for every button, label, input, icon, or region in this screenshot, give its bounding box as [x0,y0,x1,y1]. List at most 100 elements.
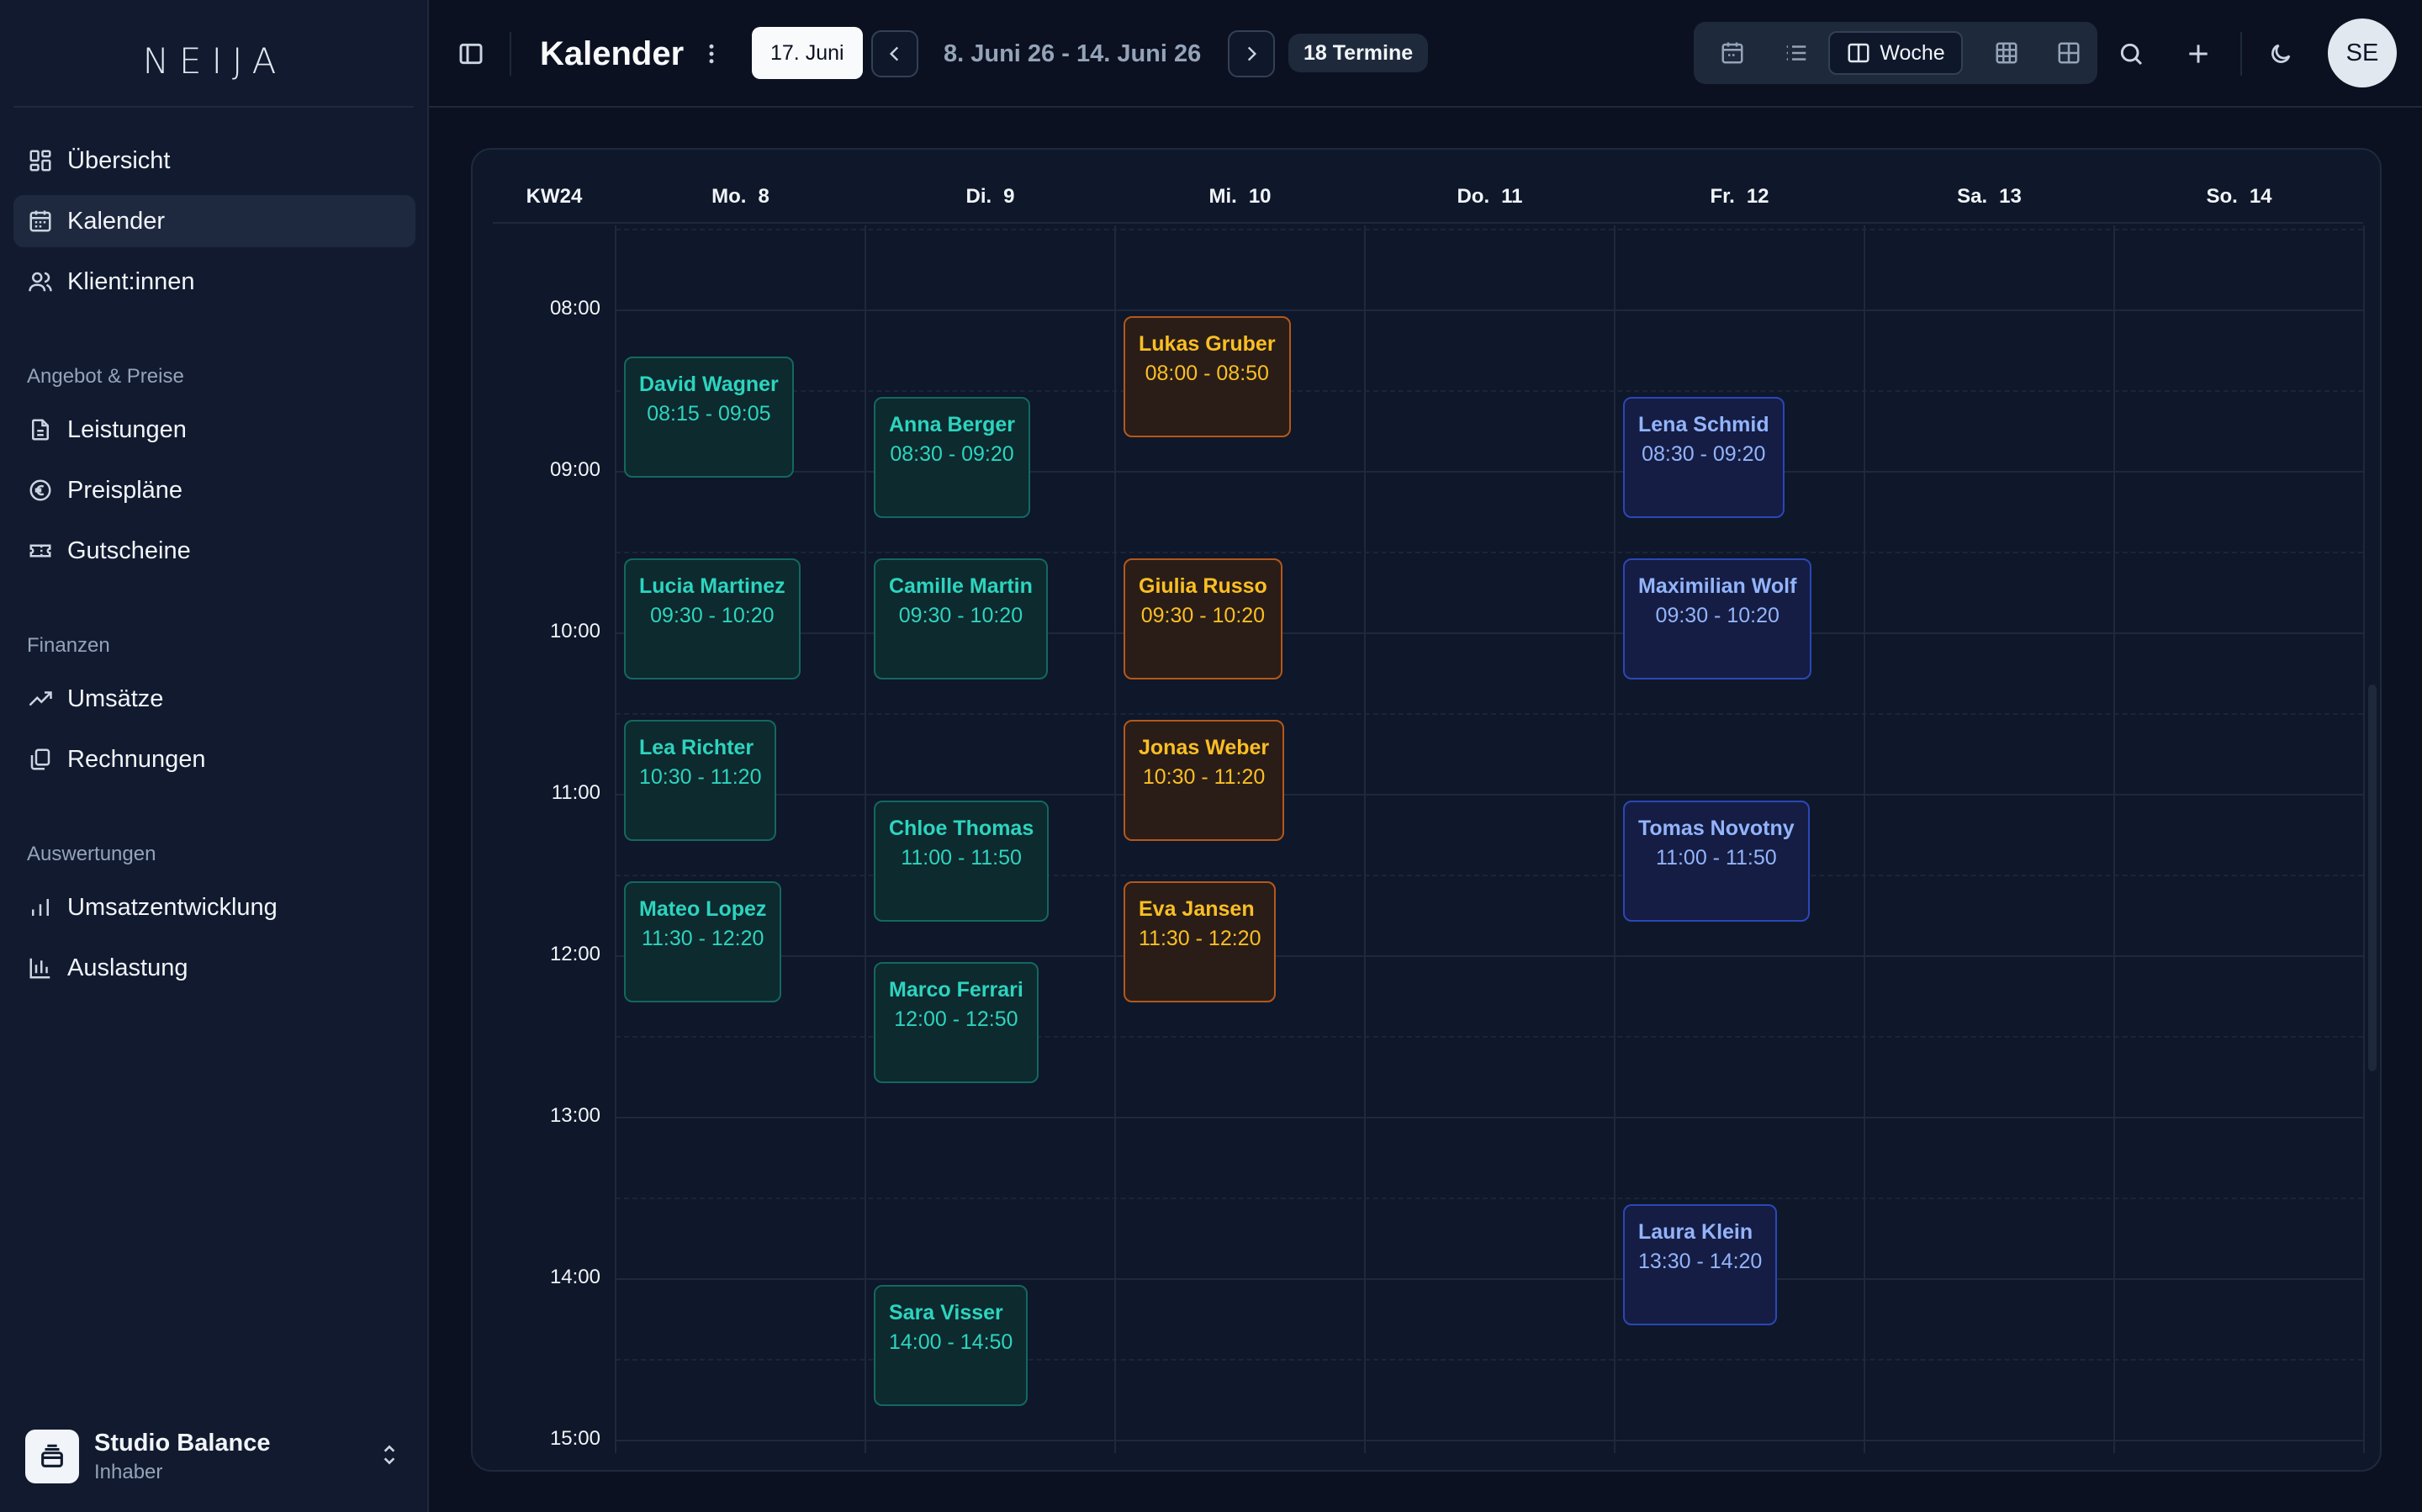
appointment-client: Marco Ferrari [889,978,1023,1002]
page-title: Kalender [540,34,685,72]
section-title-finanzen: Finanzen [27,634,110,657]
sidebar-item-umsaetze[interactable]: Umsätze [13,673,415,725]
previous-week-button[interactable] [871,30,918,77]
appointment-time: 10:30 - 11:20 [1142,765,1266,789]
appointment-card[interactable]: Eva Jansen 11:30 - 12:20 [1124,881,1277,1002]
view-week-button[interactable]: Woche [1828,31,1963,75]
appointment-client: Lucia Martinez [639,574,785,598]
appointment-card[interactable]: Tomas Novotny 11:00 - 11:50 [1623,801,1810,922]
sidebar-item-preisplaene[interactable]: Preispläne [13,464,415,516]
hour-line [616,794,2363,796]
appointment-card[interactable]: Chloe Thomas 11:00 - 11:50 [874,801,1050,922]
appointment-time: 12:00 - 12:50 [894,1007,1018,1031]
chevron-up-down-icon [378,1442,400,1472]
appointment-card[interactable]: Lukas Gruber 08:00 - 08:50 [1124,316,1291,437]
chevron-right-icon [1247,46,1257,61]
appointment-card[interactable]: Maximilian Wolf 09:30 - 10:20 [1623,558,1812,679]
day-header[interactable]: Mi. 10 [1115,170,1365,224]
appointment-card[interactable]: Lucia Martinez 09:30 - 10:20 [624,558,801,679]
appointment-card[interactable]: Lena Schmid 08:30 - 09:20 [1623,397,1785,518]
divider [2240,32,2242,76]
utilization-chart-icon [27,954,54,981]
sidebar-item-umsatzentwicklung[interactable]: Umsatzentwicklung [13,881,415,933]
appointment-card[interactable]: Laura Klein 13:30 - 14:20 [1623,1204,1778,1325]
ticket-icon [27,537,54,564]
today-button[interactable]: 17. Juni [752,27,863,79]
app-logo[interactable]: NEIJA [0,40,429,82]
sidebar-item-gutscheine[interactable]: Gutscheine [13,525,415,577]
view-day-button[interactable] [1711,31,1754,75]
section-title-auswertungen: Auswertungen [27,843,156,865]
studio-icon [25,1430,79,1483]
appointment-time: 09:30 - 10:20 [1140,604,1266,627]
toggle-sidebar-button[interactable] [447,30,494,77]
time-label: 14:00 [549,1266,600,1288]
chevron-left-icon [889,46,899,61]
time-label: 08:00 [549,297,600,320]
calendar-grid[interactable]: 08:00 09:00 10:00 11:00 12:00 13:00 14:00 15:00… [493,225,2377,1453]
calendar-day-icon [1721,42,1743,64]
appointment-card[interactable]: Lea Richter 10:30 - 11:20 [624,720,777,841]
time-label: 13:00 [549,1104,600,1127]
sidebar-item-label: Leistungen [67,415,187,443]
document-icon [27,416,54,443]
view-week-label: Woche [1880,40,1945,65]
appointment-client: Chloe Thomas [889,817,1034,840]
day-header[interactable]: Di. 9 [865,170,1115,224]
appointment-card[interactable]: David Wagner 08:15 - 09:05 [624,357,794,478]
next-week-button[interactable] [1228,30,1275,77]
calendar-icon [27,208,54,235]
trending-up-icon [27,685,54,712]
appointment-time: 09:30 - 10:20 [650,604,775,627]
time-label: 12:00 [549,943,600,965]
appointment-card[interactable]: Mateo Lopez 11:30 - 12:20 [624,881,782,1002]
day-header[interactable]: So. 14 [2114,170,2364,224]
appointment-client: Lea Richter [639,736,754,759]
appointment-card[interactable]: Jonas Weber 10:30 - 11:20 [1124,720,1285,841]
more-options-button[interactable] [695,34,728,74]
layout-grid-icon [2058,42,2080,64]
day-header[interactable]: Do. 11 [1365,170,1615,224]
appointment-card[interactable]: Giulia Russo 09:30 - 10:20 [1124,558,1282,679]
sidebar-item-kalender[interactable]: Kalender [13,195,415,247]
appointment-card[interactable]: Sara Visser 14:00 - 14:50 [874,1285,1029,1406]
view-switcher: Woche [1694,22,2097,84]
studio-role: Inhaber [94,1460,163,1483]
appointment-card[interactable]: Anna Berger 08:30 - 09:20 [874,397,1031,518]
avatar[interactable]: SE [2328,19,2397,87]
studio-switcher[interactable]: Studio Balance Inhaber [25,1426,409,1487]
day-column-divider [1114,225,1116,1453]
day-header[interactable]: Mo. 8 [616,170,865,224]
appointment-time: 13:30 - 14:20 [1638,1250,1763,1273]
search-button[interactable] [2107,30,2155,77]
appointment-card[interactable]: Marco Ferrari 12:00 - 12:50 [874,962,1039,1083]
view-year-button[interactable] [2047,31,2091,75]
hour-line [616,955,2363,957]
day-header[interactable]: Fr. 12 [1615,170,1864,224]
theme-toggle-button[interactable] [2257,30,2304,77]
appointment-time: 08:00 - 08:50 [1145,362,1269,385]
sidebar-item-rechnungen[interactable]: Rechnungen [13,733,415,785]
day-column-divider [1864,225,1865,1453]
users-icon [27,268,54,295]
scrollbar[interactable] [2368,685,2377,1071]
add-appointment-button[interactable] [2175,30,2222,77]
sidebar-item-label: Preispläne [67,476,183,504]
sidebar-item-klienten[interactable]: Klient:innen [13,256,415,308]
topbar: Kalender 17. Juni 8. Juni 26 - 14. Juni … [429,0,2422,108]
day-header[interactable]: Sa. 13 [1864,170,2114,224]
appointment-card[interactable]: Camille Martin 09:30 - 10:20 [874,558,1048,679]
view-list-button[interactable] [1774,31,1818,75]
time-label: 10:00 [549,620,600,642]
appointment-time: 11:30 - 12:20 [641,927,764,950]
sidebar-item-label: Gutscheine [67,537,191,564]
view-month-button[interactable] [1985,31,2028,75]
sidebar-item-auslastung[interactable]: Auslastung [13,942,415,994]
appointment-time: 08:30 - 09:20 [1642,442,1766,466]
hour-line [616,1440,2363,1441]
appointment-time: 10:30 - 11:20 [639,765,762,789]
week-number: KW24 [526,185,583,208]
sidebar-item-uebersicht[interactable]: Übersicht [13,135,415,187]
hour-line [616,1278,2363,1280]
sidebar-item-leistungen[interactable]: Leistungen [13,404,415,456]
